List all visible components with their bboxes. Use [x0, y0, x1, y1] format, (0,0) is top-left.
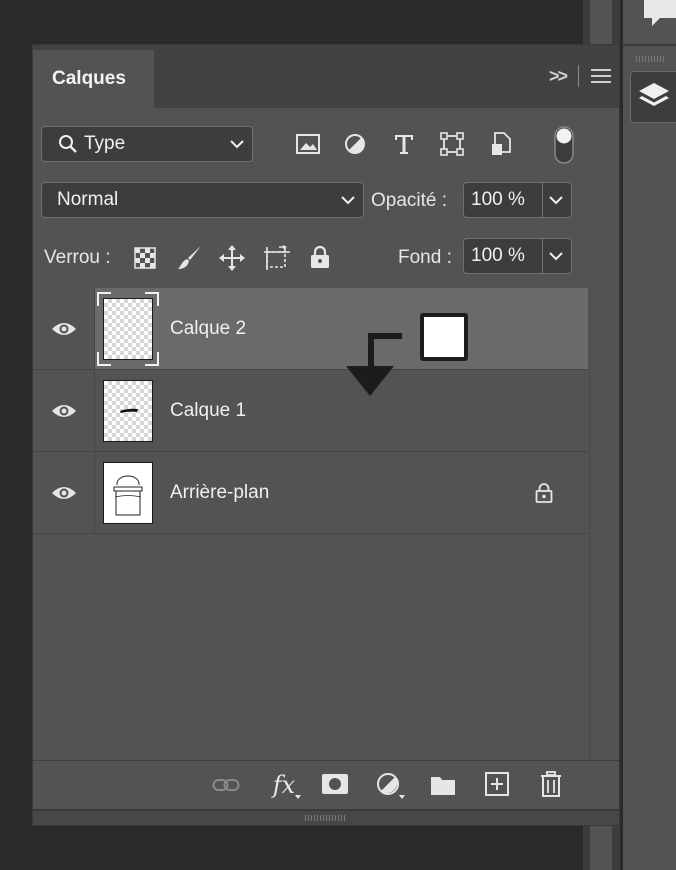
move-icon [219, 245, 245, 271]
lock-label: Verrou : [44, 247, 111, 268]
prevent-autonest-button[interactable] [262, 244, 292, 272]
blend-mode-select[interactable]: Normal [41, 182, 364, 218]
layer-square-annotation [420, 313, 468, 361]
shape-filter-icon [440, 132, 464, 156]
divider [578, 65, 579, 87]
adjustment-filter-button[interactable] [343, 133, 367, 155]
filter-toggle-icon [554, 126, 574, 164]
layers-bottom-toolbar: fx [33, 760, 619, 809]
rail-grip[interactable] [636, 56, 666, 62]
chevron-down-icon [230, 140, 244, 149]
blend-mode-value: Normal [57, 189, 119, 210]
dropdown-triangle [295, 795, 301, 799]
grip-marks [305, 815, 347, 821]
layer-row-arriere-plan[interactable]: Arrière-plan [33, 452, 588, 534]
fx-icon: fx [272, 771, 296, 799]
comment-icon[interactable] [644, 0, 676, 30]
jar-drawing [113, 475, 143, 516]
layer-row-calque-2[interactable]: Calque 2 [33, 288, 588, 370]
layer-mask-icon [322, 774, 348, 794]
move-down-arrow-annotation [346, 333, 402, 396]
stroke-mark [120, 408, 138, 413]
fill-input[interactable]: 100 % [463, 238, 543, 274]
chevron-down-icon [549, 252, 563, 261]
layer-thumbnail[interactable] [103, 462, 153, 524]
lock-image-pixels-button[interactable] [176, 244, 204, 272]
add-mask-button[interactable] [321, 772, 349, 796]
type-filter-icon [395, 135, 413, 154]
fill-value: 100 % [471, 245, 525, 266]
new-layer-button[interactable] [484, 771, 510, 797]
eye-icon [51, 322, 76, 335]
collapse-panel-button[interactable]: >> [549, 66, 568, 87]
layer-style-button[interactable]: fx [267, 769, 301, 801]
smart-object-filter-icon [492, 132, 511, 155]
right-panel-rail [622, 0, 676, 870]
tab-label: Calques [52, 68, 126, 89]
link-layers-icon [212, 779, 240, 791]
visibility-toggle[interactable] [33, 452, 95, 533]
smart-object-filter-button[interactable] [490, 132, 512, 156]
image-filter-icon [296, 134, 320, 154]
panel-menu-icon[interactable] [591, 68, 611, 84]
layers-panel-button[interactable] [630, 71, 676, 123]
lock-transparent-pixels-button[interactable] [133, 246, 157, 270]
opacity-value: 100 % [471, 189, 525, 210]
adjustment-layer-icon [377, 773, 405, 799]
visibility-toggle[interactable] [33, 370, 95, 451]
new-group-button[interactable] [429, 773, 457, 797]
shape-filter-button[interactable] [440, 132, 464, 156]
layer-name[interactable]: Calque 2 [170, 288, 246, 370]
layer-name[interactable]: Arrière-plan [170, 452, 269, 534]
artboard-nest-icon [264, 245, 290, 270]
adjustment-layer-button[interactable] [376, 772, 406, 800]
tab-calques[interactable]: Calques [33, 50, 154, 108]
adjustment-filter-icon [345, 134, 365, 154]
lock-transparent-pixels-icon [134, 247, 156, 269]
brush-icon [178, 246, 201, 269]
rail-divider [622, 44, 676, 46]
filter-type-select[interactable]: Type [41, 126, 253, 162]
search-icon [59, 135, 77, 153]
opacity-label: Opacité : [371, 190, 448, 211]
opacity-input[interactable]: 100 % [463, 182, 543, 218]
fill-label: Fond : [398, 247, 452, 268]
panel-resize-grip[interactable] [33, 809, 619, 825]
opacity-dropdown-button[interactable] [542, 182, 572, 218]
filter-toggle-switch[interactable] [553, 126, 575, 164]
panel-tab-tools: >> [549, 65, 611, 87]
filter-type-value: Type [84, 133, 126, 154]
layer-lock-icon [535, 483, 553, 503]
layers-panel: Calques >> Type Normal Opacité: 100 % V… [32, 44, 620, 826]
fill-dropdown-button[interactable] [542, 238, 572, 274]
chevron-down-icon [341, 196, 355, 205]
type-filter-button[interactable] [392, 131, 416, 157]
layer-row-calque-1[interactable]: Calque 1 [33, 370, 588, 452]
layer-name[interactable]: Calque 1 [170, 370, 246, 452]
image-filter-button[interactable] [295, 133, 321, 155]
link-layers-button[interactable] [211, 773, 241, 797]
selection-corners [97, 292, 159, 366]
new-layer-icon [485, 772, 509, 796]
layers-scrollbar[interactable] [589, 288, 619, 760]
visibility-toggle[interactable] [33, 288, 95, 369]
eye-icon [51, 404, 76, 417]
eye-icon [51, 486, 76, 499]
lock-icon [311, 245, 329, 268]
layers-icon [638, 83, 669, 106]
chevron-down-icon [549, 196, 563, 205]
new-group-icon [431, 777, 455, 795]
layer-thumbnail[interactable] [103, 380, 153, 442]
lock-position-button[interactable] [218, 244, 246, 272]
delete-layer-button[interactable] [538, 770, 564, 798]
lock-all-button[interactable] [309, 244, 331, 270]
trash-icon [541, 771, 561, 797]
panel-tab-bar: Calques >> [33, 45, 619, 108]
